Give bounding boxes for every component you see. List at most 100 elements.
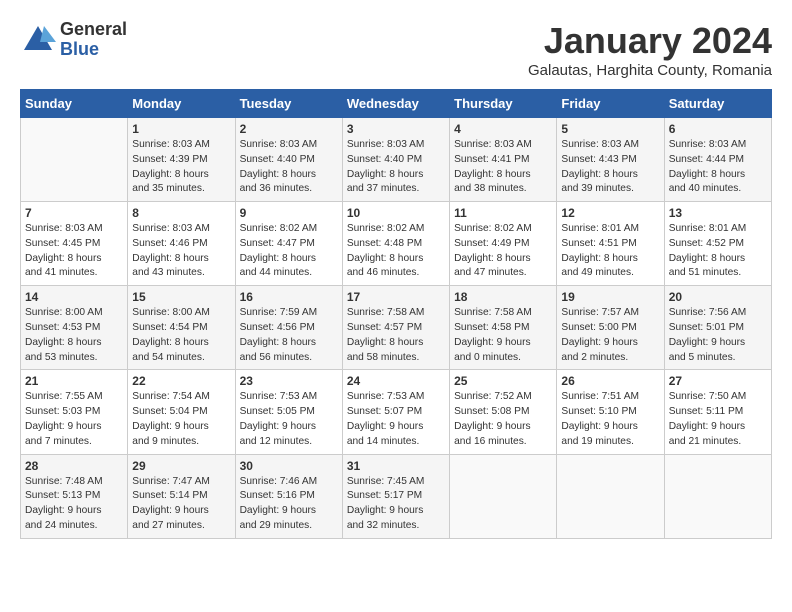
day-cell: 21Sunrise: 7:55 AMSunset: 5:03 PMDayligh… bbox=[21, 370, 128, 454]
day-cell: 25Sunrise: 7:52 AMSunset: 5:08 PMDayligh… bbox=[450, 370, 557, 454]
day-cell: 18 Sunrise: 7:58 AMSunset: 4:58 PMDayligh… bbox=[450, 286, 557, 370]
day-info: Sunrise: 7:59 AMSunset: 4:56 PMDaylight:… bbox=[240, 306, 338, 365]
day-cell: 28 Sunrise: 7:48 AMSunset: 5:13 PMDayligh… bbox=[21, 454, 128, 538]
day-info: Sunrise: 8:01 AMSunset: 4:51 PMDaylight:… bbox=[561, 222, 659, 281]
day-info: Sunrise: 7:48 AMSunset: 5:13 PMDaylight:… bbox=[25, 475, 123, 534]
day-cell: 9Sunrise: 8:02 AMSunset: 4:47 PMDaylight… bbox=[235, 202, 342, 286]
logo-general: General bbox=[60, 20, 127, 40]
day-info: Sunrise: 7:45 AMSunset: 5:17 PMDaylight:… bbox=[347, 475, 445, 534]
day-header-sunday: Sunday bbox=[21, 90, 128, 118]
day-number: 1 bbox=[132, 122, 230, 136]
day-header-wednesday: Wednesday bbox=[342, 90, 449, 118]
day-header-monday: Monday bbox=[128, 90, 235, 118]
day-number: 28 bbox=[25, 459, 123, 473]
day-cell bbox=[664, 454, 771, 538]
day-number: 30 bbox=[240, 459, 338, 473]
day-cell: 3 Sunrise: 8:03 AMSunset: 4:40 PMDaylight… bbox=[342, 118, 449, 202]
day-cell: 26 Sunrise: 7:51 AMSunset: 5:10 PMDayligh… bbox=[557, 370, 664, 454]
day-header-tuesday: Tuesday bbox=[235, 90, 342, 118]
logo-text: General Blue bbox=[60, 20, 127, 60]
day-info: Sunrise: 7:56 AMSunset: 5:01 PMDaylight:… bbox=[669, 306, 767, 365]
day-info: Sunrise: 7:58 AMSunset: 4:58 PMDaylight:… bbox=[454, 306, 552, 365]
day-info: Sunrise: 7:54 AMSunset: 5:04 PMDaylight:… bbox=[132, 390, 230, 449]
day-number: 12 bbox=[561, 206, 659, 220]
day-info: Sunrise: 8:00 AMSunset: 4:53 PMDaylight:… bbox=[25, 306, 123, 365]
day-info: Sunrise: 7:51 AMSunset: 5:10 PMDaylight:… bbox=[561, 390, 659, 449]
day-info: Sunrise: 7:50 AMSunset: 5:11 PMDaylight:… bbox=[669, 390, 767, 449]
day-number: 24 bbox=[347, 374, 445, 388]
location-title: Galautas, Harghita County, Romania bbox=[528, 62, 772, 79]
day-number: 27 bbox=[669, 374, 767, 388]
day-number: 5 bbox=[561, 122, 659, 136]
day-cell: 5 Sunrise: 8:03 AMSunset: 4:43 PMDaylight… bbox=[557, 118, 664, 202]
day-number: 14 bbox=[25, 290, 123, 304]
day-number: 18 bbox=[454, 290, 552, 304]
logo-icon bbox=[20, 22, 56, 58]
day-number: 25 bbox=[454, 374, 552, 388]
day-info: Sunrise: 7:58 AMSunset: 4:57 PMDaylight:… bbox=[347, 306, 445, 365]
month-title: January 2024 bbox=[528, 20, 772, 62]
day-info: Sunrise: 8:03 AMSunset: 4:46 PMDaylight:… bbox=[132, 222, 230, 281]
day-number: 31 bbox=[347, 459, 445, 473]
day-cell: 15 Sunrise: 8:00 AMSunset: 4:54 PMDayligh… bbox=[128, 286, 235, 370]
day-number: 20 bbox=[669, 290, 767, 304]
day-number: 26 bbox=[561, 374, 659, 388]
day-cell: 10Sunrise: 8:02 AMSunset: 4:48 PMDayligh… bbox=[342, 202, 449, 286]
week-row-4: 21Sunrise: 7:55 AMSunset: 5:03 PMDayligh… bbox=[21, 370, 772, 454]
day-header-saturday: Saturday bbox=[664, 90, 771, 118]
day-header-friday: Friday bbox=[557, 90, 664, 118]
day-cell bbox=[21, 118, 128, 202]
day-number: 11 bbox=[454, 206, 552, 220]
day-info: Sunrise: 8:03 AMSunset: 4:39 PMDaylight:… bbox=[132, 138, 230, 197]
day-cell: 17 Sunrise: 7:58 AMSunset: 4:57 PMDayligh… bbox=[342, 286, 449, 370]
day-info: Sunrise: 8:03 AMSunset: 4:41 PMDaylight:… bbox=[454, 138, 552, 197]
day-number: 7 bbox=[25, 206, 123, 220]
day-info: Sunrise: 7:46 AMSunset: 5:16 PMDaylight:… bbox=[240, 475, 338, 534]
header-row: SundayMondayTuesdayWednesdayThursdayFrid… bbox=[21, 90, 772, 118]
day-info: Sunrise: 8:03 AMSunset: 4:43 PMDaylight:… bbox=[561, 138, 659, 197]
day-number: 6 bbox=[669, 122, 767, 136]
day-number: 3 bbox=[347, 122, 445, 136]
day-cell: 12 Sunrise: 8:01 AMSunset: 4:51 PMDayligh… bbox=[557, 202, 664, 286]
day-number: 8 bbox=[132, 206, 230, 220]
day-cell: 20 Sunrise: 7:56 AMSunset: 5:01 PMDayligh… bbox=[664, 286, 771, 370]
day-cell: 14 Sunrise: 8:00 AMSunset: 4:53 PMDayligh… bbox=[21, 286, 128, 370]
day-number: 29 bbox=[132, 459, 230, 473]
day-number: 23 bbox=[240, 374, 338, 388]
logo: General Blue bbox=[20, 20, 127, 60]
day-number: 2 bbox=[240, 122, 338, 136]
day-cell: 22Sunrise: 7:54 AMSunset: 5:04 PMDayligh… bbox=[128, 370, 235, 454]
day-info: Sunrise: 7:53 AMSunset: 5:07 PMDaylight:… bbox=[347, 390, 445, 449]
day-info: Sunrise: 7:55 AMSunset: 5:03 PMDaylight:… bbox=[25, 390, 123, 449]
day-number: 13 bbox=[669, 206, 767, 220]
day-cell: 16Sunrise: 7:59 AMSunset: 4:56 PMDayligh… bbox=[235, 286, 342, 370]
day-info: Sunrise: 8:02 AMSunset: 4:49 PMDaylight:… bbox=[454, 222, 552, 281]
day-info: Sunrise: 8:01 AMSunset: 4:52 PMDaylight:… bbox=[669, 222, 767, 281]
day-cell: 27 Sunrise: 7:50 AMSunset: 5:11 PMDayligh… bbox=[664, 370, 771, 454]
day-cell: 8 Sunrise: 8:03 AMSunset: 4:46 PMDaylight… bbox=[128, 202, 235, 286]
day-number: 17 bbox=[347, 290, 445, 304]
day-cell: 29 Sunrise: 7:47 AMSunset: 5:14 PMDayligh… bbox=[128, 454, 235, 538]
week-row-2: 7 Sunrise: 8:03 AMSunset: 4:45 PMDaylight… bbox=[21, 202, 772, 286]
day-number: 10 bbox=[347, 206, 445, 220]
day-info: Sunrise: 8:03 AMSunset: 4:40 PMDaylight:… bbox=[347, 138, 445, 197]
day-cell bbox=[557, 454, 664, 538]
header: General Blue January 2024 Galautas, Harg… bbox=[20, 20, 772, 79]
day-info: Sunrise: 7:57 AMSunset: 5:00 PMDaylight:… bbox=[561, 306, 659, 365]
day-info: Sunrise: 8:03 AMSunset: 4:45 PMDaylight:… bbox=[25, 222, 123, 281]
day-info: Sunrise: 8:03 AMSunset: 4:40 PMDaylight:… bbox=[240, 138, 338, 197]
day-info: Sunrise: 7:47 AMSunset: 5:14 PMDaylight:… bbox=[132, 475, 230, 534]
day-number: 15 bbox=[132, 290, 230, 304]
week-row-3: 14 Sunrise: 8:00 AMSunset: 4:53 PMDayligh… bbox=[21, 286, 772, 370]
calendar-table: SundayMondayTuesdayWednesdayThursdayFrid… bbox=[20, 89, 772, 539]
title-area: January 2024 Galautas, Harghita County, … bbox=[528, 20, 772, 79]
day-cell: 4 Sunrise: 8:03 AMSunset: 4:41 PMDaylight… bbox=[450, 118, 557, 202]
day-number: 4 bbox=[454, 122, 552, 136]
day-number: 19 bbox=[561, 290, 659, 304]
day-info: Sunrise: 8:00 AMSunset: 4:54 PMDaylight:… bbox=[132, 306, 230, 365]
day-cell: 30 Sunrise: 7:46 AMSunset: 5:16 PMDayligh… bbox=[235, 454, 342, 538]
day-cell: 11 Sunrise: 8:02 AMSunset: 4:49 PMDayligh… bbox=[450, 202, 557, 286]
day-cell: 24 Sunrise: 7:53 AMSunset: 5:07 PMDayligh… bbox=[342, 370, 449, 454]
day-cell: 6Sunrise: 8:03 AMSunset: 4:44 PMDaylight… bbox=[664, 118, 771, 202]
day-header-thursday: Thursday bbox=[450, 90, 557, 118]
